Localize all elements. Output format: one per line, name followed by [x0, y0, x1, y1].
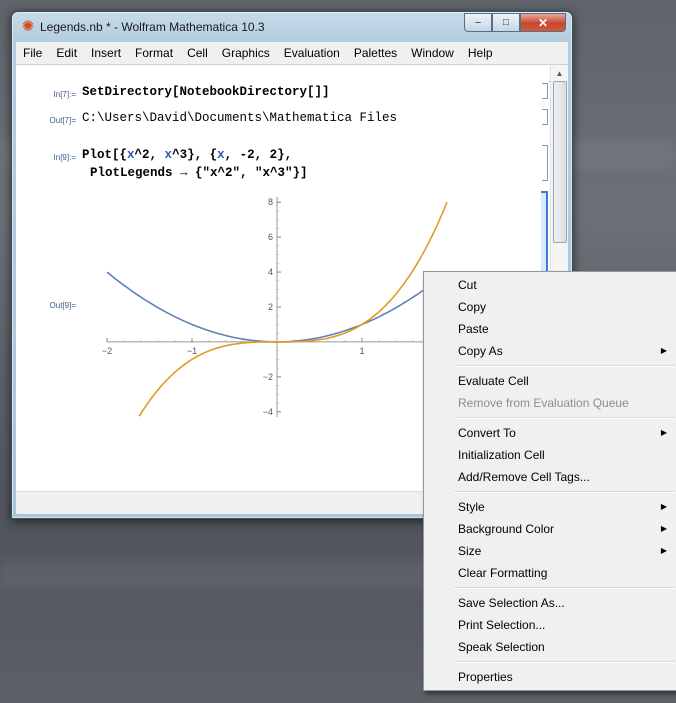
scrollbar-thumb[interactable] — [553, 81, 567, 243]
y-tick-label: 8 — [268, 197, 273, 207]
menu-item-size[interactable]: Size ▶ — [426, 540, 675, 562]
menu-item-label: Save Selection As... — [458, 596, 565, 610]
menu-item-label: Evaluate Cell — [458, 374, 529, 388]
output-cell-label: Out[7]= — [49, 116, 76, 125]
x-tick-label: −1 — [187, 346, 197, 356]
menu-item-label: Print Selection... — [458, 618, 546, 632]
series-line-2 — [138, 201, 448, 417]
menu-item-label: Properties — [458, 670, 513, 684]
menu-item-label: Paste — [458, 322, 489, 336]
menu-item-label: Initialization Cell — [458, 448, 545, 462]
menu-item-style[interactable]: Style ▶ — [426, 496, 675, 518]
menu-item-label: Size — [458, 544, 482, 558]
menu-format[interactable]: Format — [128, 46, 180, 60]
maximize-button[interactable]: □ — [492, 13, 520, 32]
menu-item-label: Background Color — [458, 522, 555, 536]
menu-item-label: Convert To — [458, 426, 516, 440]
output-cell-label: Out[9]= — [49, 301, 76, 310]
minimize-button[interactable]: ‒ — [464, 13, 492, 32]
menu-item-label: Copy — [458, 300, 487, 314]
cell-bracket[interactable] — [542, 145, 548, 181]
menu-item-copy[interactable]: Copy — [426, 296, 675, 318]
context-menu: Cut Copy Paste Copy As ▶ Evaluate Cell Remove … — [423, 271, 676, 691]
menu-bar: File Edit Insert Format Cell Graphics Ev… — [16, 42, 568, 65]
menu-item-label: Remove from Evaluation Queue — [458, 396, 629, 410]
input-cell-label: In[9]:= — [53, 153, 76, 162]
menu-item-label: Add/Remove Cell Tags... — [458, 470, 590, 484]
menu-graphics[interactable]: Graphics — [215, 46, 277, 60]
menu-item-initialization-cell[interactable]: Initialization Cell — [426, 444, 675, 466]
plot-axes: −2 −1 1 8 6 4 2 −2 −4 — [102, 197, 448, 417]
submenu-arrow-icon: ▶ — [660, 502, 667, 511]
y-tick-label: 2 — [268, 302, 273, 312]
y-tick-label: 6 — [268, 232, 273, 242]
y-tick-label: −4 — [263, 407, 273, 417]
menu-item-speak-selection[interactable]: Speak Selection — [426, 636, 675, 658]
menu-evaluation[interactable]: Evaluation — [277, 46, 347, 60]
menu-insert[interactable]: Insert — [84, 46, 128, 60]
menu-item-label: Clear Formatting — [458, 566, 548, 580]
input-cell-code[interactable]: SetDirectory[NotebookDirectory[]] — [82, 85, 330, 99]
menu-separator — [454, 417, 675, 419]
menu-palettes[interactable]: Palettes — [347, 46, 404, 60]
menu-item-label: Copy As — [458, 344, 503, 358]
submenu-arrow-icon: ▶ — [660, 546, 667, 555]
cell-bracket[interactable] — [542, 83, 548, 99]
scroll-up-icon[interactable]: ▲ — [551, 65, 568, 82]
menu-item-paste[interactable]: Paste — [426, 318, 675, 340]
input-cell-code-line2[interactable]: PlotLegends → {"x^2", "x^3"}] — [90, 166, 308, 180]
menu-window[interactable]: Window — [404, 46, 461, 60]
menu-cell[interactable]: Cell — [180, 46, 215, 60]
mathematica-star-icon[interactable]: ✺ — [21, 19, 35, 34]
menu-separator — [454, 365, 675, 367]
submenu-arrow-icon: ▶ — [660, 524, 667, 533]
input-cell-label: In[7]:= — [53, 90, 76, 99]
menu-edit[interactable]: Edit — [49, 46, 84, 60]
menu-item-convert-to[interactable]: Convert To ▶ — [426, 422, 675, 444]
plot-graphic[interactable]: −2 −1 1 8 6 4 2 −2 −4 — [82, 193, 448, 419]
menu-item-label: Cut — [458, 278, 477, 292]
y-tick-label: 4 — [268, 267, 273, 277]
menu-item-properties[interactable]: Properties — [426, 666, 675, 688]
menu-item-cut[interactable]: Cut — [426, 274, 675, 296]
title-bar[interactable]: ✺ Legends.nb * - Wolfram Mathematica 10.… — [12, 12, 572, 42]
menu-item-copy-as[interactable]: Copy As ▶ — [426, 340, 675, 362]
x-tick-label: 1 — [359, 346, 364, 356]
menu-separator — [454, 587, 675, 589]
menu-item-add-remove-cell-tags[interactable]: Add/Remove Cell Tags... — [426, 466, 675, 488]
menu-separator — [454, 491, 675, 493]
output-cell-text: C:\Users\David\Documents\Mathematica Fil… — [82, 111, 398, 125]
x-tick-label: −2 — [102, 346, 112, 356]
window-title: Legends.nb * - Wolfram Mathematica 10.3 — [40, 20, 265, 34]
menu-item-print-selection[interactable]: Print Selection... — [426, 614, 675, 636]
menu-item-save-selection-as[interactable]: Save Selection As... — [426, 592, 675, 614]
submenu-arrow-icon: ▶ — [660, 428, 667, 437]
menu-file[interactable]: File — [16, 46, 49, 60]
input-cell-code[interactable]: Plot[{x^2, x^3}, {x, -2, 2}, — [82, 148, 292, 162]
menu-item-label: Speak Selection — [458, 640, 545, 654]
menu-item-background-color[interactable]: Background Color ▶ — [426, 518, 675, 540]
menu-separator — [454, 661, 675, 663]
close-button[interactable]: ✕ — [520, 13, 566, 32]
menu-item-remove-from-evaluation-queue: Remove from Evaluation Queue — [426, 392, 675, 414]
menu-help[interactable]: Help — [461, 46, 500, 60]
menu-item-label: Style — [458, 500, 485, 514]
menu-item-evaluate-cell[interactable]: Evaluate Cell — [426, 370, 675, 392]
cell-bracket[interactable] — [542, 109, 548, 125]
submenu-arrow-icon: ▶ — [660, 346, 667, 355]
y-tick-label: −2 — [263, 372, 273, 382]
menu-item-clear-formatting[interactable]: Clear Formatting — [426, 562, 675, 584]
